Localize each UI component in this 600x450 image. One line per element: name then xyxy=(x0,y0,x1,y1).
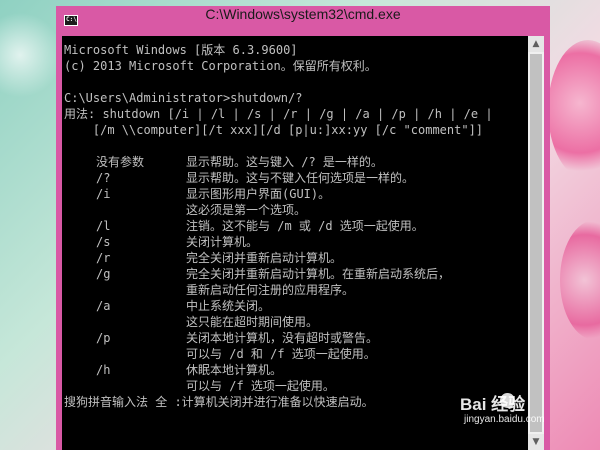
console-client-area: Microsoft Windows [版本 6.3.9600] (c) 2013 … xyxy=(62,36,544,450)
scroll-down-arrow-icon[interactable]: ▼ xyxy=(528,434,544,450)
option-flag: /r xyxy=(96,251,111,265)
console-line: 用法: shutdown [/i | /l | /s | /r | /g | /… xyxy=(64,107,493,121)
window-title: C:\Windows\system32\cmd.exe xyxy=(205,6,401,22)
option-flag: /p xyxy=(96,331,111,345)
option-flag: /h xyxy=(96,363,111,377)
option-flag: /i xyxy=(96,187,111,201)
console-line: Microsoft Windows [版本 6.3.9600] xyxy=(64,43,298,57)
option-description: 关闭本地计算机，没有超时或警告。 xyxy=(186,331,379,345)
background-glow xyxy=(0,10,60,100)
console-line: [/m \\computer][/t xxx][/d [p|u:]xx:yy [… xyxy=(64,123,484,137)
ime-status-line: 搜狗拼音输入法 全 :计算机关闭并进行准备以快速启动。 xyxy=(64,395,374,409)
option-description: 这只能在超时期间使用。 xyxy=(186,315,319,329)
option-flag: /s xyxy=(96,235,111,249)
option-description: 中止系统关闭。 xyxy=(186,299,271,313)
cmd-window: C:\ C:\Windows\system32\cmd.exe Microsof… xyxy=(56,6,550,450)
option-description: 休眠本地计算机。 xyxy=(186,363,283,377)
option-description: 注销。这不能与 /m 或 /d 选项一起使用。 xyxy=(186,219,424,233)
baidu-jingyan-watermark: Bai 经验 jingyan.baidu.com xyxy=(460,390,600,430)
watermark-name: Bai 经验 xyxy=(460,395,526,414)
option-description: 这必须是第一个选项。 xyxy=(186,203,307,217)
option-description: 显示图形用户界面(GUI)。 xyxy=(186,187,331,201)
scroll-up-arrow-icon[interactable]: ▲ xyxy=(528,36,544,52)
option-description: 完全关闭并重新启动计算机。在重新启动系统后， xyxy=(186,267,451,281)
option-description: 重新启动任何注册的应用程序。 xyxy=(186,283,355,297)
option-description: 可以与 /d 和 /f 选项一起使用。 xyxy=(186,347,376,361)
scrollbar-thumb[interactable] xyxy=(530,54,542,432)
console-line: C:\Users\Administrator>shutdown/? xyxy=(64,91,303,105)
option-flag: /? xyxy=(96,171,111,185)
title-bar[interactable]: C:\ C:\Windows\system32\cmd.exe xyxy=(56,6,550,36)
option-description: 可以与 /f 选项一起使用。 xyxy=(186,379,335,393)
background-flower xyxy=(548,40,600,180)
console-line: (c) 2013 Microsoft Corporation。保留所有权利。 xyxy=(64,59,377,73)
paw-icon xyxy=(500,393,515,408)
watermark-url: jingyan.baidu.com xyxy=(464,414,545,425)
vertical-scrollbar[interactable]: ▲ ▼ xyxy=(528,36,544,450)
option-description: 完全关闭并重新启动计算机。 xyxy=(186,251,343,265)
option-description: 显示帮助。这与键入 /? 是一样的。 xyxy=(186,155,383,169)
option-description: 关闭计算机。 xyxy=(186,235,259,249)
option-flag: /l xyxy=(96,219,111,233)
background-flower xyxy=(560,220,600,340)
option-flag: /a xyxy=(96,299,111,313)
console-output[interactable]: Microsoft Windows [版本 6.3.9600] (c) 2013 … xyxy=(62,36,528,450)
option-flag: 没有参数 xyxy=(96,155,145,169)
option-description: 显示帮助。这与不键入任何选项是一样的。 xyxy=(186,171,415,185)
option-flag: /g xyxy=(96,267,111,281)
